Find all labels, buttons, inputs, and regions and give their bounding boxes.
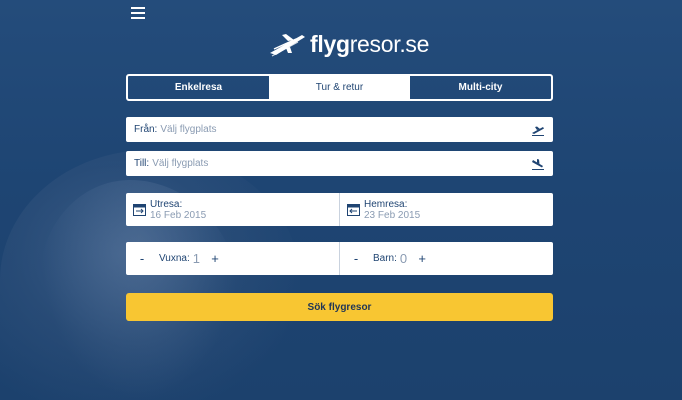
airplane-logo-icon: [270, 34, 305, 57]
plane-landing-icon: [532, 158, 544, 170]
search-flights-button[interactable]: Sök flygresor: [126, 293, 553, 321]
calendar-return-icon: [347, 204, 360, 216]
adults-minus-button[interactable]: -: [133, 251, 151, 266]
from-label: Från:: [134, 124, 158, 135]
return-label: Hemresa:: [364, 198, 408, 210]
to-label: Till:: [134, 158, 150, 169]
hamburger-menu-icon[interactable]: [131, 7, 145, 19]
tab-multi-city[interactable]: Multi-city: [410, 76, 551, 99]
to-field[interactable]: Till: Välj flygplats: [126, 151, 553, 176]
outbound-value: 16 Feb 2015: [150, 209, 207, 221]
children-minus-button[interactable]: -: [347, 251, 365, 266]
outbound-label: Utresa:: [150, 198, 183, 210]
passengers-row: - Vuxna: 1 + - Barn: 0 +: [126, 242, 553, 275]
dates-row: Utresa: 16 Feb 2015 Hemresa: 23 Feb 2015: [126, 193, 553, 226]
trip-type-tabs: Enkelresa Tur & retur Multi-city: [126, 74, 553, 101]
logo-text: flygresor.se: [310, 30, 430, 57]
return-date-field[interactable]: Hemresa: 23 Feb 2015: [339, 193, 553, 226]
return-value: 23 Feb 2015: [364, 209, 421, 221]
from-field[interactable]: Från: Välj flygplats: [126, 117, 553, 142]
calendar-icon: [133, 204, 146, 216]
logo[interactable]: flygresor.se: [268, 29, 429, 59]
plane-takeoff-icon: [532, 126, 544, 136]
outbound-date-field[interactable]: Utresa: 16 Feb 2015: [126, 193, 339, 226]
tab-enkelresa[interactable]: Enkelresa: [128, 76, 269, 99]
adults-plus-button[interactable]: +: [206, 251, 224, 266]
adults-value: 1: [192, 251, 200, 266]
children-label: Barn:: [373, 253, 397, 264]
children-plus-button[interactable]: +: [413, 251, 431, 266]
tab-tur-retur[interactable]: Tur & retur: [269, 76, 410, 99]
children-stepper: - Barn: 0 +: [339, 242, 553, 275]
children-value: 0: [399, 251, 408, 266]
adults-stepper: - Vuxna: 1 +: [126, 242, 339, 275]
adults-label: Vuxna:: [159, 253, 190, 264]
to-placeholder: Välj flygplats: [152, 158, 209, 169]
from-placeholder: Välj flygplats: [160, 124, 217, 135]
